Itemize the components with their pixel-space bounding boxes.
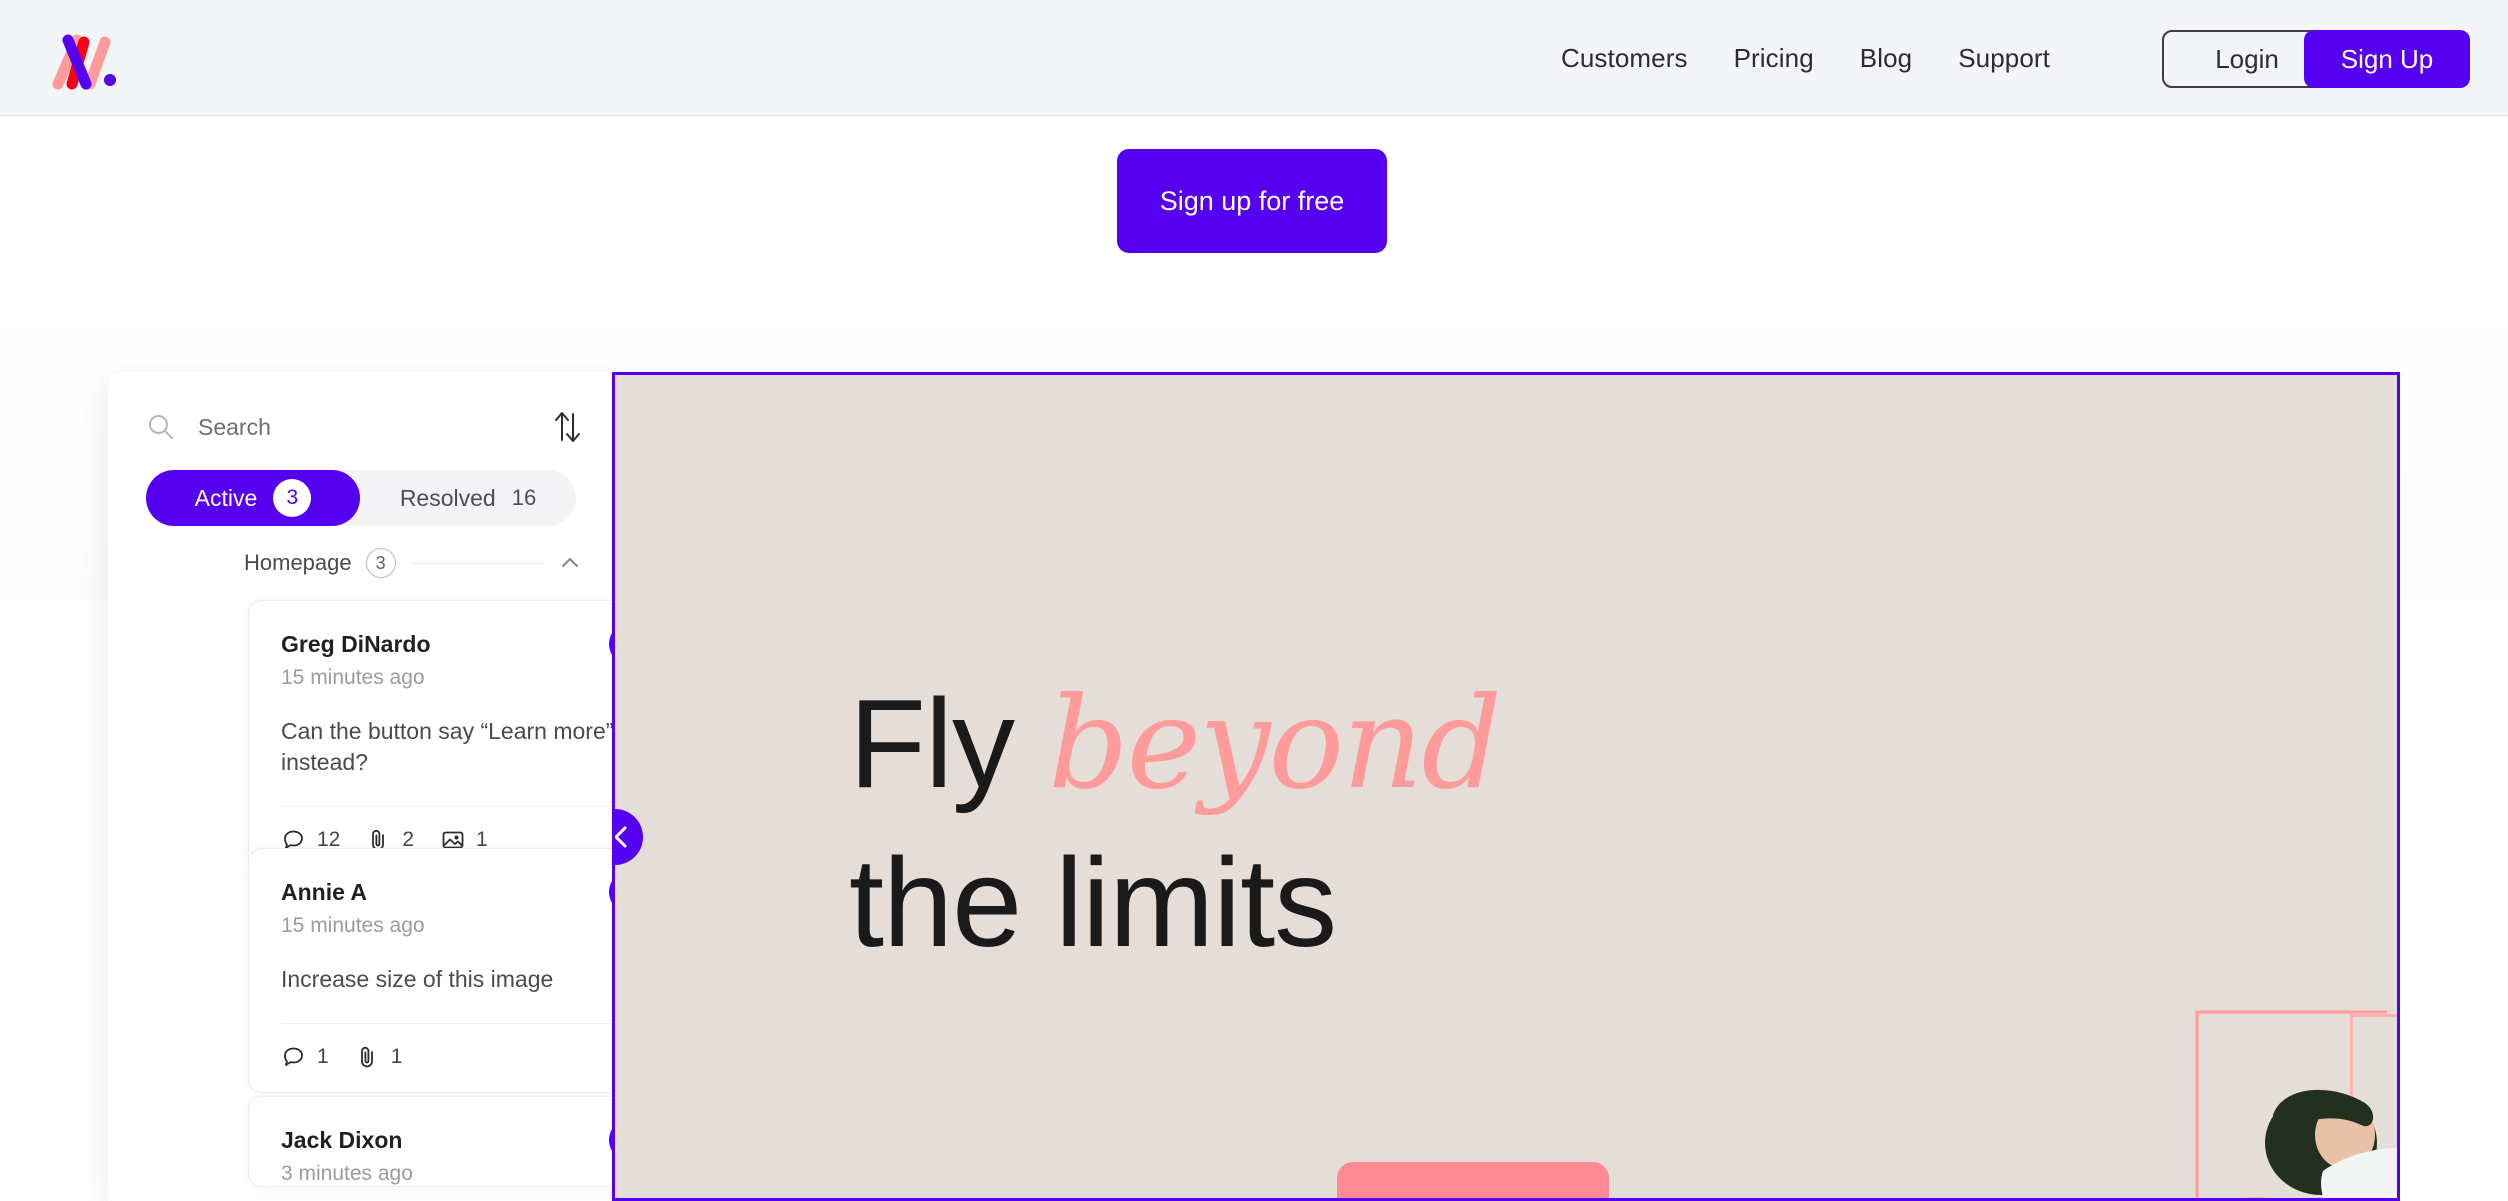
search-input[interactable] <box>198 413 550 441</box>
site-header: Customers Pricing Blog Support Login Sig… <box>0 0 2508 116</box>
page-root: Customers Pricing Blog Support Login Sig… <box>0 0 2508 1201</box>
comment-card-body: Jack Dixon 3 minutes ago 3 <box>249 1097 612 1186</box>
tab-active-count: 3 <box>273 479 312 517</box>
comment-card[interactable]: Greg DiNardo 15 minutes ago Can the butt… <box>248 600 612 877</box>
status-filter-tabs: Active 3 Resolved 16 <box>146 470 576 526</box>
canvas-headline-line2: the limits <box>849 832 1337 973</box>
nav-link-blog[interactable]: Blog <box>1860 43 1912 74</box>
canvas-headline-accent: beyond <box>1047 670 1502 817</box>
comment-card[interactable]: Annie A 15 minutes ago Increase size of … <box>248 848 612 1094</box>
tab-resolved[interactable]: Resolved 16 <box>360 470 576 526</box>
comment-icon <box>281 1044 307 1070</box>
comment-author: Greg DiNardo <box>281 631 431 657</box>
comment-time: 15 minutes ago <box>281 666 425 689</box>
design-canvas[interactable]: Fly beyond the limits <box>612 372 2400 1201</box>
tab-active[interactable]: Active 3 <box>146 470 360 526</box>
attachment-icon <box>355 1044 381 1070</box>
comment-time: 15 minutes ago <box>281 914 425 937</box>
flying-person-image <box>2173 935 2397 1198</box>
nav-link-support[interactable]: Support <box>1958 43 2050 74</box>
comment-text: Increase size of this image <box>281 966 554 992</box>
signup-free-button[interactable]: Sign up for free <box>1117 149 1387 253</box>
stat-attachments-count: 1 <box>390 1045 403 1069</box>
nav-link-pricing[interactable]: Pricing <box>1734 43 1814 74</box>
chevron-up-icon[interactable] <box>558 551 582 575</box>
group-divider <box>409 562 544 564</box>
main-nav: Customers Pricing Blog Support <box>1561 0 2050 116</box>
stat-comments-count: 1 <box>317 1045 329 1069</box>
canvas-headline-line1: Fly beyond <box>849 670 1502 817</box>
comments-sidebar: Active 3 Resolved 16 Homepage 3 <box>108 372 612 1201</box>
chevron-left-icon[interactable] <box>615 809 643 865</box>
tab-active-label: Active <box>194 484 258 511</box>
stat-comments: 1 <box>281 1044 329 1070</box>
logo-m-mark[interactable] <box>50 28 128 90</box>
search-row <box>146 400 584 454</box>
nav-link-customers[interactable]: Customers <box>1561 43 1688 74</box>
comment-stats: 1 1 <box>249 1024 612 1092</box>
tab-resolved-label: Resolved <box>399 484 496 511</box>
canvas-headline-pre: Fly <box>849 673 1048 814</box>
group-count: 3 <box>365 548 396 578</box>
comment-card-body: Annie A 15 minutes ago Increase size of … <box>249 849 612 995</box>
sort-updown-icon[interactable] <box>550 408 584 446</box>
search-icon <box>146 412 176 442</box>
signup-button[interactable]: Sign Up <box>2304 30 2470 88</box>
group-title: Homepage <box>244 550 352 575</box>
tab-resolved-count: 16 <box>511 485 537 510</box>
comment-author: Jack Dixon <box>281 1127 403 1153</box>
canvas-cta-pill[interactable] <box>1337 1162 1609 1198</box>
comment-text: Can the button say “Learn more” instead? <box>281 718 612 776</box>
comment-card-body: Greg DiNardo 15 minutes ago Can the butt… <box>249 601 612 778</box>
comment-time: 3 minutes ago <box>281 1162 413 1185</box>
stat-attachments: 1 <box>355 1044 403 1070</box>
comment-author: Annie A <box>281 879 368 905</box>
app-preview: Active 3 Resolved 16 Homepage 3 <box>108 372 2508 1201</box>
group-header-homepage[interactable]: Homepage 3 <box>244 546 582 580</box>
comment-card[interactable]: Jack Dixon 3 minutes ago 3 <box>248 1096 612 1187</box>
